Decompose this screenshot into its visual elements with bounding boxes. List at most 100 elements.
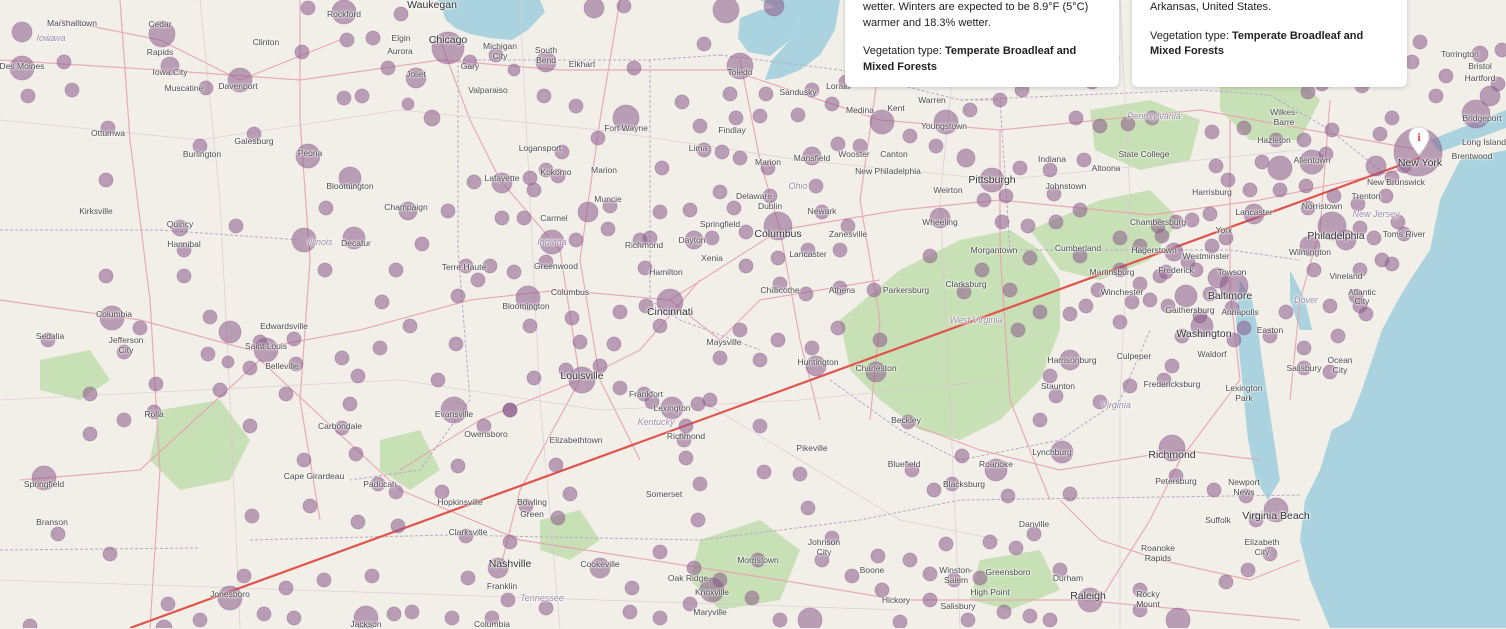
city-cluster-marker[interactable] — [365, 30, 381, 46]
city-cluster-marker[interactable] — [1020, 218, 1036, 234]
city-cluster-marker[interactable] — [726, 200, 742, 216]
city-cluster-marker[interactable] — [1330, 328, 1346, 344]
city-cluster-marker[interactable] — [866, 282, 882, 298]
city-cluster-marker[interactable] — [200, 346, 216, 362]
city-cluster-marker[interactable] — [922, 566, 938, 582]
city-cluster-marker[interactable] — [798, 286, 814, 302]
city-cluster-marker[interactable] — [998, 188, 1014, 204]
city-cluster-marker[interactable] — [1048, 388, 1064, 404]
city-cluster-marker[interactable] — [1412, 34, 1428, 50]
city-cluster-marker[interactable] — [300, 0, 316, 16]
city-cluster-marker[interactable] — [1428, 88, 1444, 104]
city-cluster-marker[interactable] — [390, 518, 406, 534]
city-cluster-marker[interactable] — [348, 446, 364, 462]
city-cluster-marker[interactable] — [1165, 607, 1191, 628]
city-cluster-marker[interactable] — [996, 604, 1012, 620]
city-cluster-marker[interactable] — [652, 318, 668, 334]
city-cluster-marker[interactable] — [1300, 84, 1316, 100]
city-cluster-marker[interactable] — [712, 0, 740, 24]
city-cluster-marker[interactable] — [1218, 574, 1234, 590]
city-cluster-marker[interactable] — [652, 610, 668, 626]
city-cluster-marker[interactable] — [626, 60, 642, 76]
city-cluster-marker[interactable] — [448, 336, 464, 352]
city-cluster-marker[interactable] — [242, 418, 258, 434]
city-cluster-marker[interactable] — [682, 202, 698, 218]
city-cluster-marker[interactable] — [1112, 230, 1128, 246]
city-cluster-marker[interactable] — [64, 82, 80, 98]
city-cluster-marker[interactable] — [622, 604, 638, 620]
city-cluster-marker[interactable] — [902, 128, 918, 144]
city-cluster-marker[interactable] — [752, 108, 768, 124]
city-cluster-marker[interactable] — [98, 172, 114, 188]
city-cluster-marker[interactable] — [116, 412, 132, 428]
city-cluster-marker[interactable] — [674, 94, 690, 110]
city-cluster-marker[interactable] — [1078, 298, 1094, 314]
city-cluster-marker[interactable] — [1042, 162, 1058, 178]
city-cluster-marker[interactable] — [1154, 228, 1170, 244]
city-cluster-marker[interactable] — [572, 334, 588, 350]
city-cluster-marker[interactable] — [316, 572, 332, 588]
city-cluster-marker[interactable] — [221, 355, 235, 369]
city-cluster-marker[interactable] — [1242, 182, 1258, 198]
city-cluster-marker[interactable] — [494, 210, 510, 226]
city-cluster-marker[interactable] — [506, 264, 522, 280]
city-cluster-marker[interactable] — [844, 568, 860, 584]
city-cluster-marker[interactable] — [404, 604, 420, 620]
city-cluster-marker[interactable] — [830, 320, 846, 336]
city-cluster-marker[interactable] — [1092, 118, 1108, 134]
city-cluster-marker[interactable] — [712, 572, 728, 588]
city-cluster-marker[interactable] — [82, 386, 98, 402]
city-cluster-marker[interactable] — [926, 482, 942, 498]
city-cluster-marker[interactable] — [202, 309, 218, 325]
city-cluster-marker[interactable] — [460, 570, 476, 586]
city-cluster-marker[interactable] — [1240, 562, 1256, 578]
city-cluster-marker[interactable] — [583, 0, 605, 19]
city-cluster-marker[interactable] — [1048, 214, 1064, 230]
city-cluster-marker[interactable] — [690, 512, 706, 528]
city-cluster-marker[interactable] — [756, 464, 772, 480]
city-cluster-marker[interactable] — [1142, 292, 1158, 308]
city-cluster-marker[interactable] — [1374, 252, 1390, 268]
city-cluster-marker[interactable] — [374, 294, 390, 310]
city-cluster-marker[interactable] — [704, 230, 720, 246]
city-cluster-marker[interactable] — [1384, 110, 1400, 126]
city-cluster-marker[interactable] — [502, 534, 518, 550]
city-cluster-marker[interactable] — [1124, 294, 1140, 310]
city-cluster-marker[interactable] — [1296, 340, 1312, 356]
city-cluster-marker[interactable] — [82, 426, 98, 442]
city-cluster-marker[interactable] — [922, 592, 938, 608]
city-cluster-marker[interactable] — [722, 86, 738, 102]
city-cluster-marker[interactable] — [752, 418, 768, 434]
city-cluster-marker[interactable] — [1236, 120, 1252, 136]
city-cluster-marker[interactable] — [1298, 178, 1314, 194]
city-cluster-marker[interactable] — [1174, 284, 1198, 308]
city-cluster-marker[interactable] — [870, 548, 886, 564]
city-cluster-marker[interactable] — [256, 606, 272, 622]
city-cluster-marker[interactable] — [752, 352, 768, 368]
city-cluster-marker[interactable] — [562, 486, 578, 502]
city-cluster-marker[interactable] — [678, 450, 694, 466]
city-cluster-marker[interactable] — [536, 88, 552, 104]
city-cluster-marker[interactable] — [386, 606, 402, 622]
city-cluster-marker[interactable] — [1072, 202, 1088, 218]
city-cluster-marker[interactable] — [1220, 172, 1236, 188]
city-cluster-marker[interactable] — [624, 580, 640, 596]
city-cluster-marker[interactable] — [790, 107, 806, 123]
city-cluster-marker[interactable] — [976, 192, 992, 208]
city-cluster-marker[interactable] — [550, 510, 566, 526]
city-cluster-marker[interactable] — [388, 262, 404, 278]
city-cluster-marker[interactable] — [296, 452, 312, 468]
city-cluster-marker[interactable] — [242, 360, 258, 376]
city-cluster-marker[interactable] — [1022, 608, 1038, 624]
city-cluster-marker[interactable] — [902, 552, 918, 568]
city-cluster-marker[interactable] — [339, 32, 355, 48]
city-cluster-marker[interactable] — [1202, 206, 1218, 222]
city-cluster-marker[interactable] — [522, 170, 538, 186]
city-cluster-marker[interactable] — [954, 448, 970, 464]
city-cluster-marker[interactable] — [1010, 322, 1026, 338]
city-cluster-marker[interactable] — [702, 392, 718, 408]
city-cluster-marker[interactable] — [1438, 68, 1454, 84]
city-cluster-marker[interactable] — [1032, 412, 1048, 428]
city-cluster-marker[interactable] — [176, 268, 192, 284]
city-cluster-marker[interactable] — [444, 610, 460, 626]
